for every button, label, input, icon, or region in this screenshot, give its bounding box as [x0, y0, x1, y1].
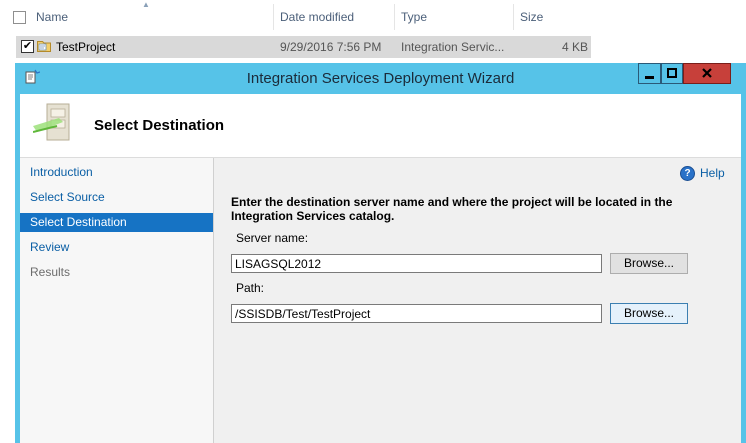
wizard-content: ? Help Enter the destination server name … [214, 158, 741, 443]
path-browse-button[interactable]: Browse... [610, 303, 688, 324]
deployment-graphic-icon [33, 103, 70, 141]
server-name-input[interactable] [231, 254, 602, 273]
nav-step-introduction[interactable]: Introduction [20, 163, 213, 182]
page-title: Select Destination [94, 117, 225, 134]
column-date-modified-header[interactable]: Date modified [274, 4, 394, 30]
wizard-banner: Select Destination [20, 94, 741, 158]
server-name-label: Server name: [236, 231, 309, 245]
file-row-testproject[interactable]: ✔ TestProject 9/29/2016 7:56 PM Integrat… [16, 36, 591, 58]
file-date-modified: 9/29/2016 7:56 PM [280, 40, 382, 54]
column-size-header[interactable]: Size [514, 4, 594, 30]
help-link[interactable]: ? Help [680, 165, 725, 182]
deployment-wizard-window: Integration Services Deployment Wizard S… [15, 63, 746, 443]
select-all-checkbox[interactable] [13, 11, 26, 24]
column-type-header[interactable]: Type [395, 4, 513, 30]
help-label: Help [700, 166, 725, 180]
file-size: 4 KB [562, 40, 589, 54]
wizard-step-nav: Introduction Select Source Select Destin… [20, 158, 214, 443]
help-icon: ? [680, 166, 695, 182]
folder-icon [37, 41, 51, 52]
close-icon [702, 68, 712, 78]
file-type: Integration Servic... [401, 40, 505, 54]
nav-step-select-source[interactable]: Select Source [20, 188, 213, 207]
window-titlebar[interactable]: Integration Services Deployment Wizard [15, 63, 746, 94]
instruction-text: Enter the destination server name and wh… [231, 195, 673, 223]
wizard-client-area: Select Destination Introduction Select S… [20, 94, 741, 443]
window-title: Integration Services Deployment Wizard [246, 70, 515, 87]
column-name-header[interactable]: Name [30, 4, 272, 30]
path-label: Path: [236, 281, 265, 295]
nav-step-select-destination[interactable]: Select Destination [20, 213, 213, 232]
close-button[interactable] [683, 63, 731, 84]
wizard-app-icon [25, 69, 40, 84]
server-browse-button[interactable]: Browse... [610, 253, 688, 274]
maximize-icon [667, 68, 677, 78]
row-checkbox[interactable]: ✔ [21, 40, 34, 53]
maximize-button[interactable] [661, 63, 683, 84]
nav-step-results: Results [30, 265, 71, 279]
minimize-button[interactable] [638, 63, 661, 84]
path-input[interactable] [231, 304, 602, 323]
explorer-column-header: ▲ Name Date modified Type Size [0, 1, 594, 30]
file-name: TestProject [56, 40, 116, 54]
minimize-icon [645, 76, 654, 79]
nav-step-review[interactable]: Review [20, 238, 213, 257]
